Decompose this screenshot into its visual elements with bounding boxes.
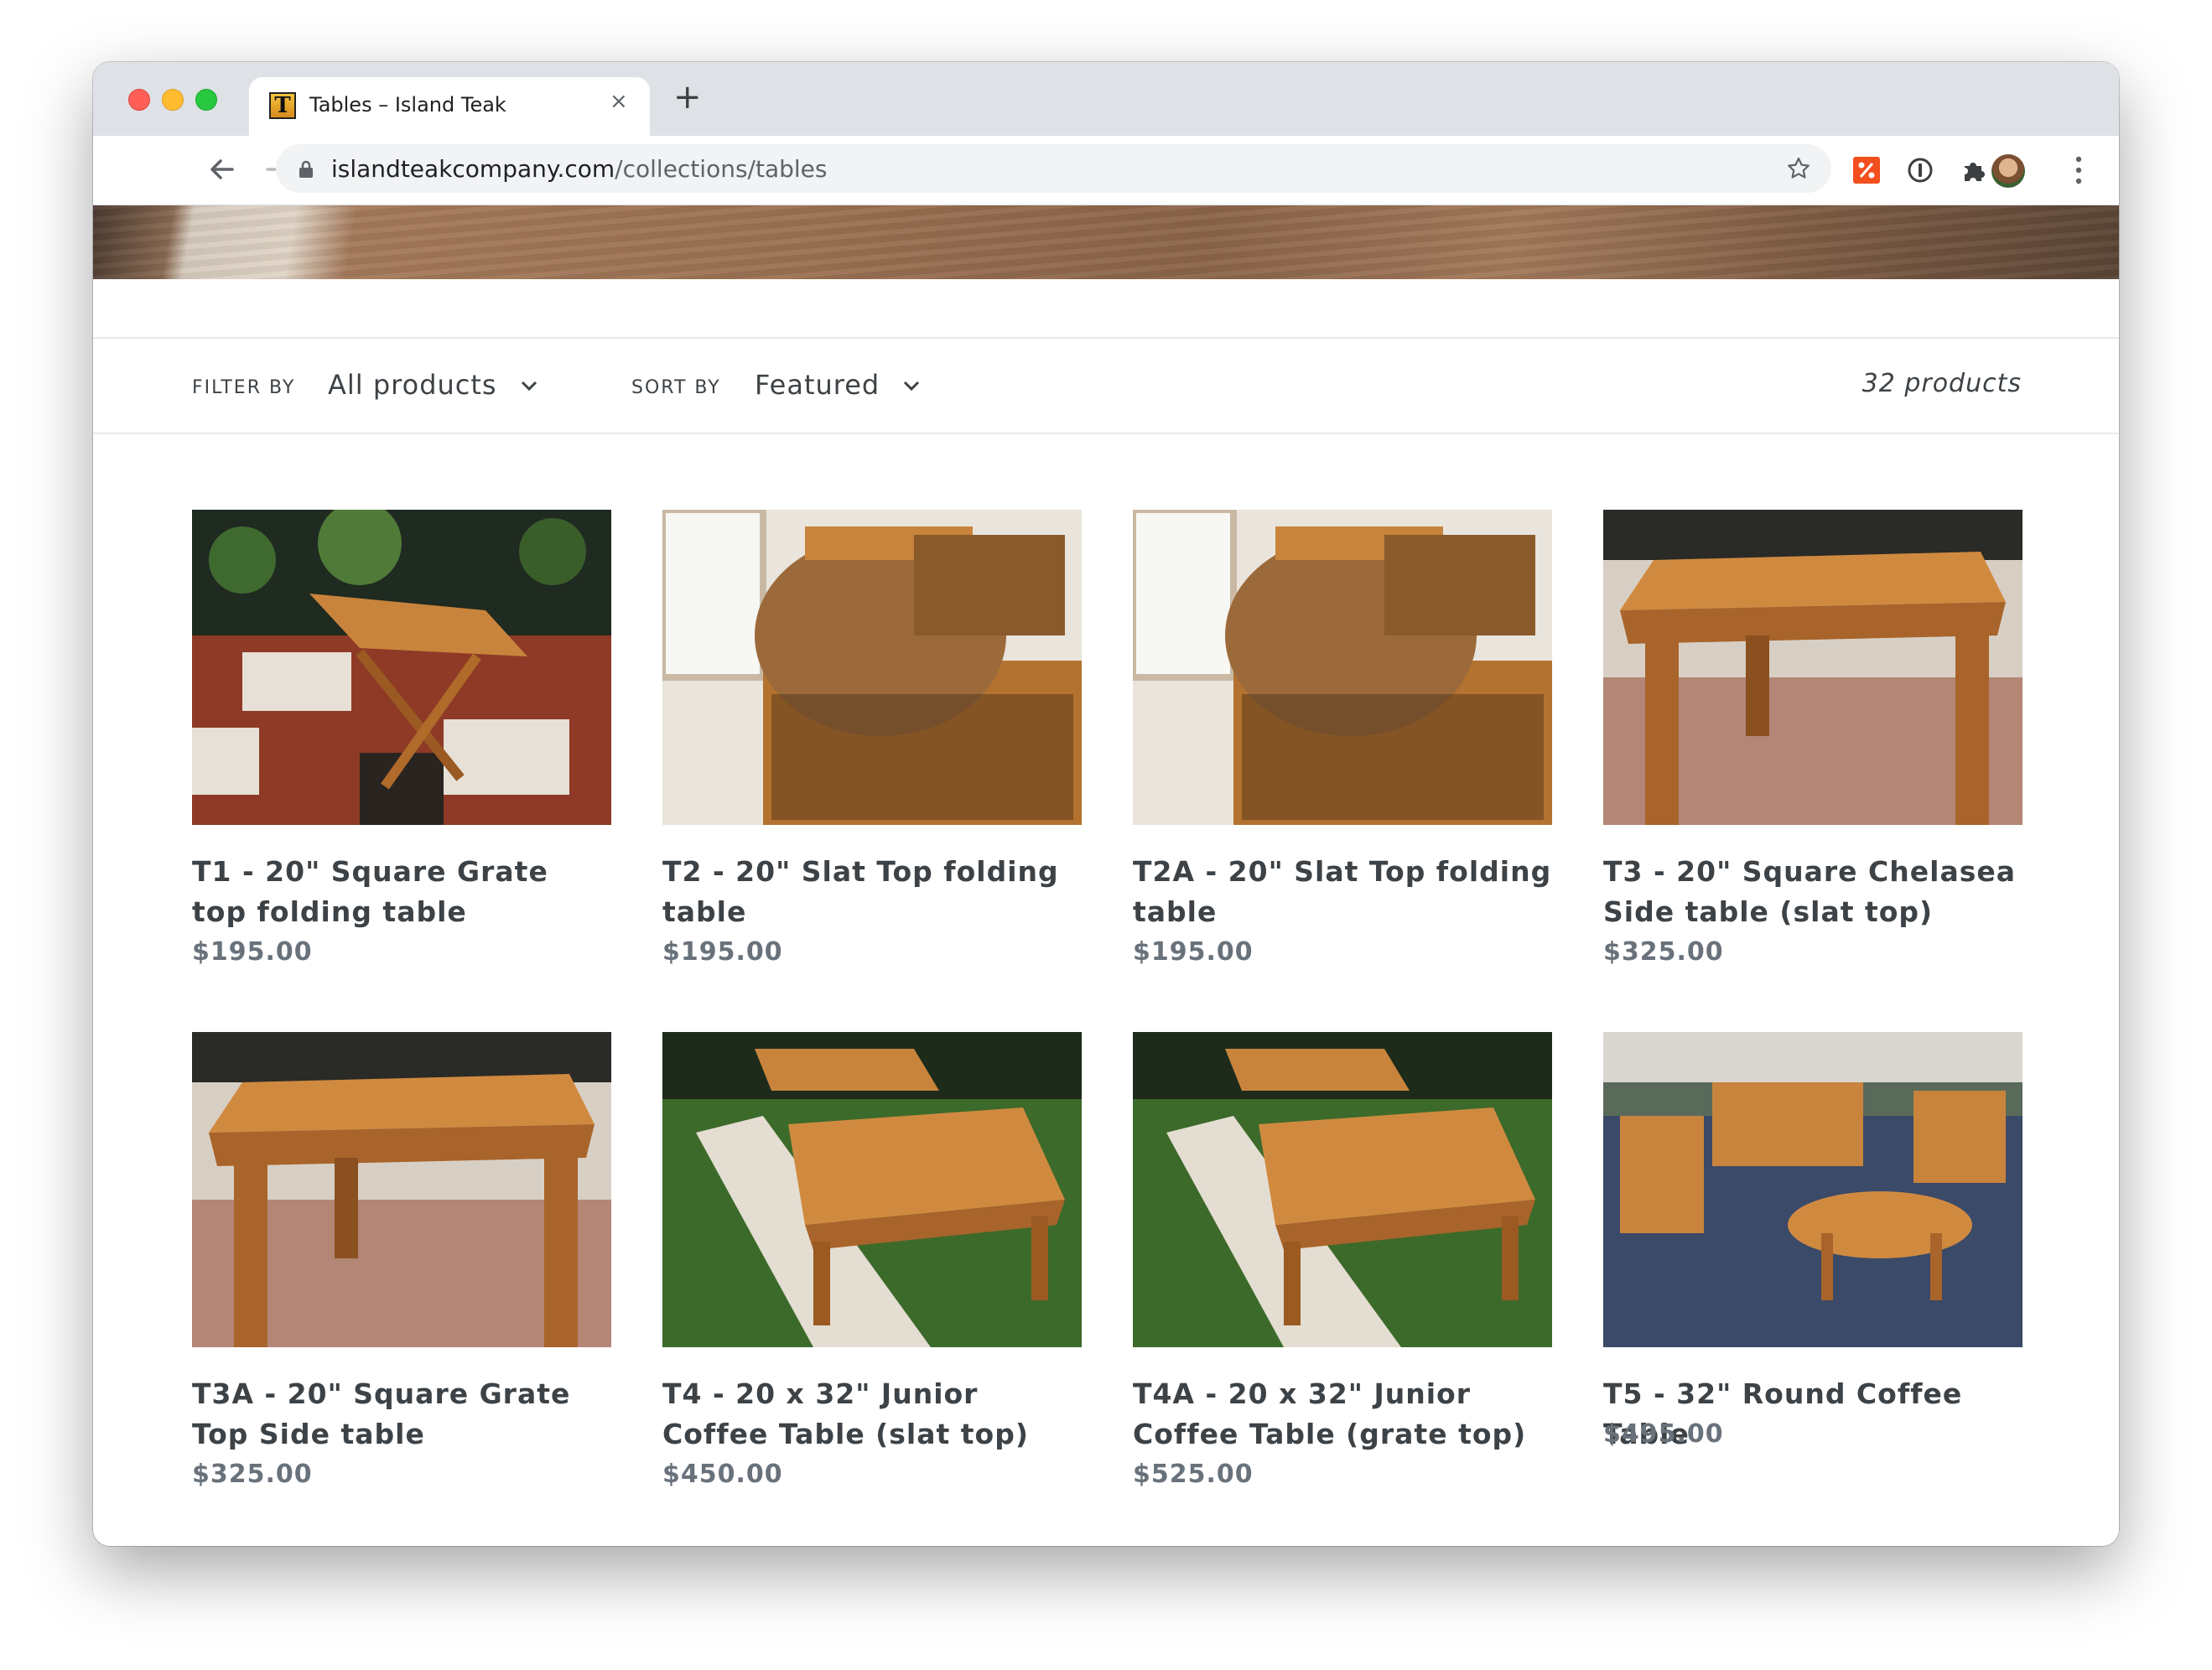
product-title[interactable]: T2A - 20" Slat Top folding table	[1133, 852, 1552, 932]
sort-select[interactable]: Featured	[755, 369, 880, 401]
product-price: $325.00	[192, 1460, 313, 1489]
extensions-puzzle-icon[interactable]	[1960, 156, 1988, 184]
tab-strip: T Tables – Island Teak × +	[93, 62, 2119, 136]
product-price: $195.00	[1133, 937, 1254, 967]
url-domain: islandteakcompany.com	[331, 155, 615, 183]
tab-close-button[interactable]: ×	[610, 89, 628, 114]
back-arrow-icon[interactable]	[202, 149, 242, 189]
product-price: $495.00	[1603, 1419, 1724, 1449]
chevron-down-icon[interactable]	[901, 379, 922, 392]
product-title[interactable]: T2 - 20" Slat Top folding table	[662, 852, 1082, 932]
filter-select[interactable]: All products	[328, 369, 497, 401]
product-image[interactable]	[662, 1032, 1082, 1347]
product-image[interactable]	[1133, 1032, 1552, 1347]
product-image[interactable]	[662, 510, 1082, 825]
filter-by-label: FILTER BY	[192, 377, 296, 398]
product-title[interactable]: T1 - 20" Square Grate top folding table	[192, 852, 611, 932]
tab-title: Tables – Island Teak	[309, 93, 506, 117]
product-title[interactable]: T3 - 20" Square Chelasea Side table (sla…	[1603, 852, 2022, 932]
product-image[interactable]	[1133, 510, 1552, 825]
extension-percent-icon[interactable]	[1852, 156, 1881, 184]
chevron-down-icon[interactable]	[519, 379, 539, 392]
filter-sort-bar: FILTER BY All products SORT BY Featured …	[93, 337, 2119, 434]
new-tab-button[interactable]: +	[673, 80, 702, 114]
product-price: $525.00	[1133, 1460, 1254, 1489]
product-image[interactable]	[192, 510, 611, 825]
product-price: $450.00	[662, 1460, 783, 1489]
product-image[interactable]	[1603, 1032, 2022, 1347]
product-count: 32 products	[1862, 369, 2022, 398]
browser-window: T Tables – Island Teak × + islandteakcom…	[93, 62, 2119, 1546]
profile-avatar[interactable]	[1991, 154, 2025, 188]
sort-by-label: SORT BY	[631, 377, 721, 398]
island-teak-favicon-icon: T	[269, 92, 296, 119]
browser-tab[interactable]: T Tables – Island Teak ×	[249, 77, 650, 136]
product-image[interactable]	[1603, 510, 2022, 825]
browser-toolbar: islandteakcompany.com/collections/tables	[93, 136, 2119, 205]
address-bar[interactable]: islandteakcompany.com/collections/tables	[276, 144, 1831, 193]
url-text: islandteakcompany.com/collections/tables	[331, 155, 827, 183]
product-price: $195.00	[192, 937, 313, 967]
minimize-window-button[interactable]	[162, 89, 184, 111]
url-path: /collections/tables	[615, 155, 828, 183]
browser-menu-icon[interactable]	[2072, 154, 2085, 186]
maximize-window-button[interactable]	[195, 89, 217, 111]
lock-icon[interactable]	[296, 159, 316, 179]
page-content: FILTER BY All products SORT BY Featured …	[93, 205, 2119, 1546]
product-price: $195.00	[662, 937, 783, 967]
product-title[interactable]: T3A - 20" Square Grate Top Side table	[192, 1374, 611, 1455]
product-price: $325.00	[1603, 937, 1724, 967]
close-window-button[interactable]	[128, 89, 150, 111]
bookmark-star-icon[interactable]	[1785, 155, 1812, 182]
collection-hero-image	[93, 205, 2119, 279]
product-title[interactable]: T4 - 20 x 32" Junior Coffee Table (slat …	[662, 1374, 1082, 1455]
password-manager-icon[interactable]	[1906, 156, 1934, 184]
product-title[interactable]: T4A - 20 x 32" Junior Coffee Table (grat…	[1133, 1374, 1552, 1455]
product-image[interactable]	[192, 1032, 611, 1347]
